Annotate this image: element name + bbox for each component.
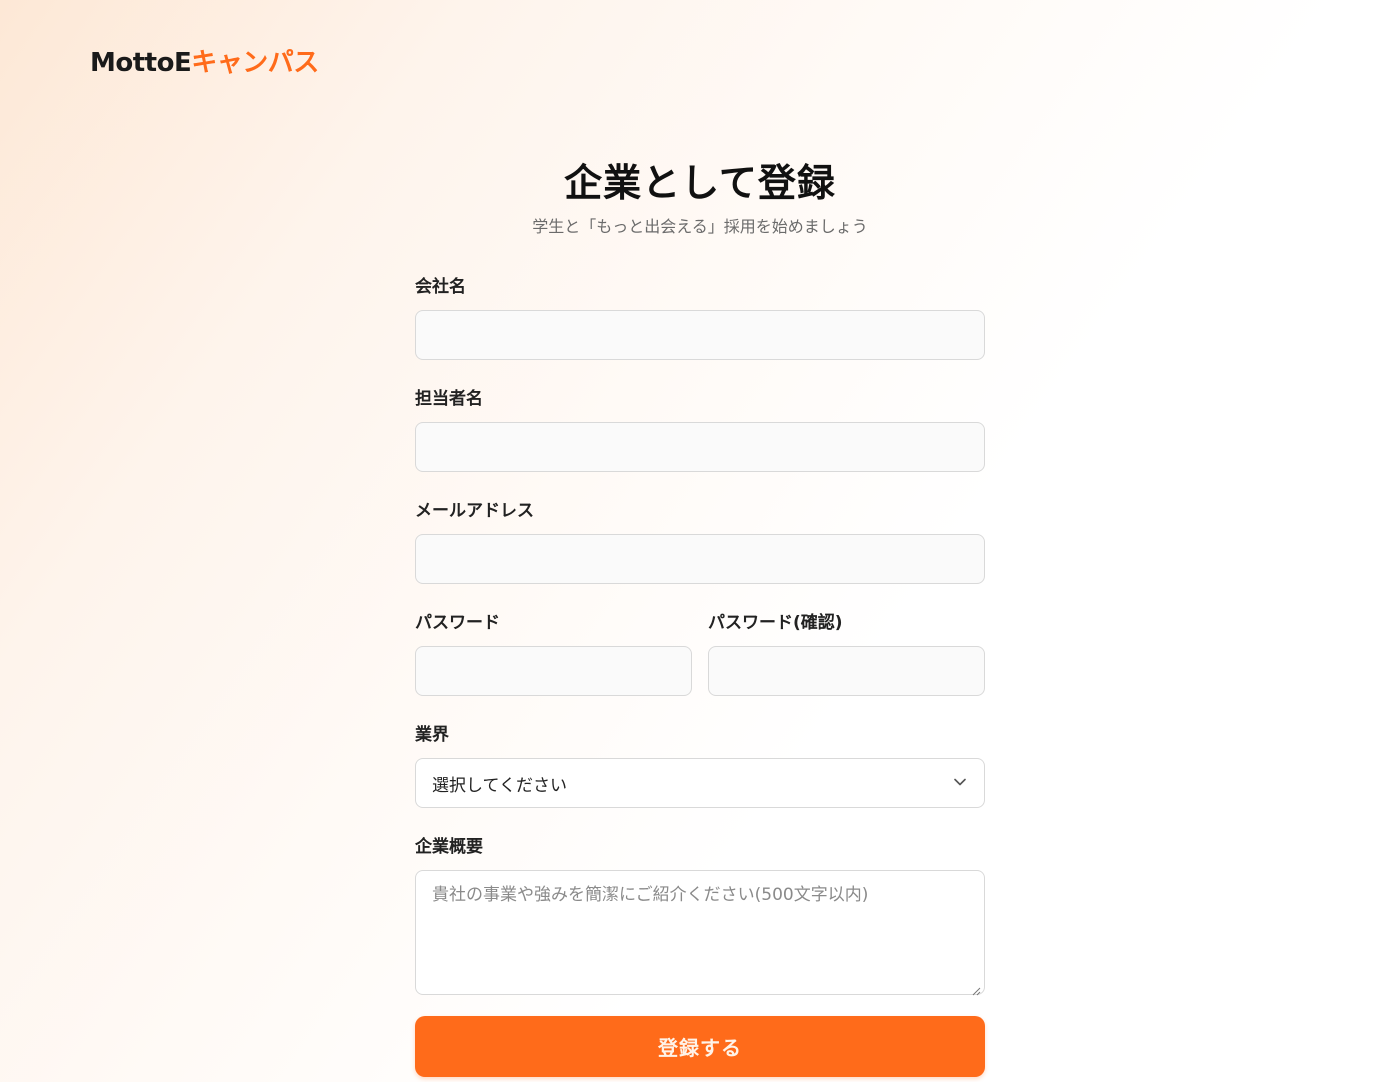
password-confirm-field: パスワード(確認) xyxy=(708,612,985,696)
email-field: メールアドレス xyxy=(415,500,985,584)
industry-select[interactable]: 選択してください xyxy=(415,758,985,808)
page-title: 企業として登録 xyxy=(564,161,836,205)
register-button[interactable]: 登録する xyxy=(415,1016,985,1077)
resize-handle-icon[interactable] xyxy=(971,981,981,996)
email-label: メールアドレス xyxy=(415,501,534,521)
password-field: パスワード xyxy=(415,612,692,696)
brand-logo[interactable]: MottoEキャンパス xyxy=(90,42,319,79)
overview-placeholder: 貴社の事業や強みを簡潔にご紹介ください(500文字以内) xyxy=(432,885,869,905)
password-confirm-input[interactable] xyxy=(708,646,985,696)
contact-name-input[interactable] xyxy=(415,422,985,472)
registration-form: 企業として登録 学生と「もっと出会える」採用を始めましょう 会社名 担当者名 メ… xyxy=(415,158,985,1077)
chevron-down-icon xyxy=(954,778,966,788)
overview-textarea[interactable]: 貴社の事業や強みを簡潔にご紹介ください(500文字以内) xyxy=(415,870,985,996)
page-subtitle: 学生と「もっと出会える」採用を始めましょう xyxy=(532,217,868,236)
contact-name-label: 担当者名 xyxy=(415,389,483,409)
industry-select-value: 選択してください xyxy=(432,775,567,796)
brand-name-accent: キャンパス xyxy=(191,48,319,78)
industry-field: 業界 選択してください xyxy=(415,724,985,808)
industry-label: 業界 xyxy=(415,725,449,745)
company-name-label: 会社名 xyxy=(415,277,466,297)
password-confirm-label: パスワード(確認) xyxy=(708,613,843,633)
brand-name-main: MottoE xyxy=(90,48,192,78)
email-input[interactable] xyxy=(415,534,985,584)
contact-name-field: 担当者名 xyxy=(415,388,985,472)
overview-label: 企業概要 xyxy=(415,837,483,857)
company-name-field: 会社名 xyxy=(415,276,985,360)
password-input[interactable] xyxy=(415,646,692,696)
company-name-input[interactable] xyxy=(415,310,985,360)
overview-field: 企業概要 貴社の事業や強みを簡潔にご紹介ください(500文字以内) xyxy=(415,836,985,996)
password-label: パスワード xyxy=(415,613,500,633)
